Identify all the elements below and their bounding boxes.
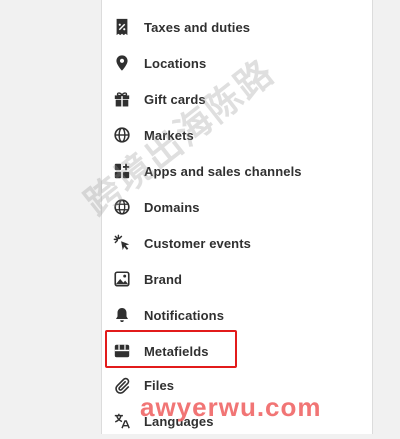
sidebar-item-label: Gift cards [144,91,206,107]
sidebar-item-gift-cards[interactable]: Gift cards [112,81,352,117]
sidebar-item-label: Domains [144,199,200,215]
translate-icon [112,411,132,431]
sidebar-item-label: Files [144,377,175,393]
receipt-percent-icon [112,17,132,37]
sidebar-item-notifications[interactable]: Notifications [112,297,352,333]
settings-sidebar: Taxes and duties Locations Gift cards Ma… [101,0,373,434]
sidebar-item-customer-events[interactable]: Customer events [112,225,352,261]
sidebar-item-label: Notifications [144,307,225,323]
sidebar-item-label: Metafields [144,343,209,359]
sidebar-item-label: Brand [144,271,183,287]
sidebar-item-metafields[interactable]: Metafields [112,333,352,369]
sidebar-item-brand[interactable]: Brand [112,261,352,297]
sidebar-item-label: Customer events [144,235,251,251]
paperclip-icon [112,375,132,395]
bell-icon [112,305,132,325]
location-pin-icon [112,53,132,73]
sidebar-item-label: Taxes and duties [144,19,251,35]
apps-icon [112,161,132,181]
sidebar-item-markets[interactable]: Markets [112,117,352,153]
sidebar-item-taxes-and-duties[interactable]: Taxes and duties [112,9,352,45]
cursor-click-icon [112,233,132,253]
image-icon [112,269,132,289]
domain-globe-icon [112,197,132,217]
sidebar-item-domains[interactable]: Domains [112,189,352,225]
sidebar-item-label: Languages [144,413,214,429]
sidebar-item-files[interactable]: Files [112,367,352,403]
sidebar-item-label: Apps and sales channels [144,163,302,179]
globe-icon [112,125,132,145]
sidebar-item-apps-and-sales-channels[interactable]: Apps and sales channels [112,153,352,189]
gift-icon [112,89,132,109]
sidebar-item-locations[interactable]: Locations [112,45,352,81]
sidebar-item-label: Locations [144,55,207,71]
metafields-icon [112,341,132,361]
sidebar-item-label: Markets [144,127,194,143]
